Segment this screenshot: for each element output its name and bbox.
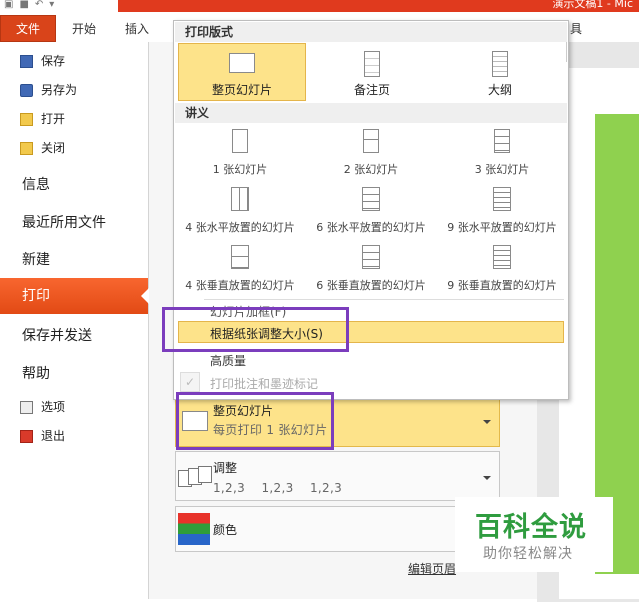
layout-notes-label: 备注页 <box>353 83 390 97</box>
nav-save-label: 保存 <box>41 54 66 68</box>
handout-3-label: 3 张幻灯片 <box>474 163 530 176</box>
layout-notes[interactable]: 备注页 <box>308 43 436 101</box>
handout-1[interactable]: 1 张幻灯片 <box>174 125 306 179</box>
tab-file[interactable]: 文件 <box>0 15 56 42</box>
section-print-layout: 打印版式 <box>175 22 567 42</box>
chevron-down-icon <box>483 476 491 480</box>
pane-divider <box>566 42 567 62</box>
nav-options[interactable]: 选项 <box>20 395 65 419</box>
collate-option-sub: 1,2,3 1,2,3 1,2,3 <box>213 481 343 495</box>
nav-info[interactable]: 信息 <box>22 174 50 194</box>
handout-9v[interactable]: 9 张垂直放置的幻灯片 <box>436 241 568 295</box>
handout-4h-icon <box>231 187 249 211</box>
callout-scale-to-fit <box>162 307 349 352</box>
color-option-title: 颜色 <box>213 523 238 537</box>
nav-open[interactable]: 打开 <box>20 107 65 131</box>
watermark-line1: 百科全说 <box>475 512 587 543</box>
handout-9h-label: 9 张水平放置的幻灯片 <box>447 221 557 234</box>
handout-9v-icon <box>493 245 511 269</box>
save-as-icon <box>20 83 33 97</box>
exit-icon <box>20 429 33 443</box>
nav-print[interactable]: 打印 <box>0 278 149 314</box>
color-icon <box>178 513 210 545</box>
save-icon <box>20 54 33 68</box>
nav-save-as[interactable]: 另存为 <box>20 78 77 102</box>
nav-close-label: 关闭 <box>41 141 66 155</box>
open-folder-icon <box>20 112 33 126</box>
handout-4v-icon <box>231 245 249 269</box>
options-icon <box>20 400 33 414</box>
nav-save-send[interactable]: 保存并发送 <box>22 325 92 345</box>
nav-save-as-label: 另存为 <box>41 83 78 97</box>
chevron-down-icon <box>483 420 491 424</box>
nav-save[interactable]: 保存 <box>20 49 65 73</box>
layout-full-slide-label: 整页幻灯片 <box>211 83 272 97</box>
handout-2[interactable]: 2 张幻灯片 <box>305 125 437 179</box>
color-option[interactable]: 颜色 <box>175 506 500 552</box>
collate-option-title: 调整 <box>213 461 238 475</box>
handout-6h-icon <box>362 187 380 211</box>
menu-divider <box>204 299 564 300</box>
handout-3-icon <box>494 129 510 153</box>
handout-6v-label: 6 张垂直放置的幻灯片 <box>316 279 426 292</box>
handout-6v[interactable]: 6 张垂直放置的幻灯片 <box>305 241 437 295</box>
watermark-logo: 百科全说 助你轻松解决 <box>455 497 613 572</box>
nav-exit[interactable]: 退出 <box>20 424 65 448</box>
nav-recent[interactable]: 最近所用文件 <box>22 212 106 232</box>
handout-9v-label: 9 张垂直放置的幻灯片 <box>447 279 557 292</box>
nav-options-label: 选项 <box>41 400 66 414</box>
handout-4h-label: 4 张水平放置的幻灯片 <box>185 221 295 234</box>
tab-home[interactable]: 开始 <box>72 18 96 40</box>
nav-exit-label: 退出 <box>41 429 66 443</box>
watermark-line2: 助你轻松解决 <box>483 546 573 562</box>
handout-2-icon <box>363 129 379 153</box>
title-bar: ▣ ■ ↶ ▾ 演示文稿1 - Mic <box>0 0 639 12</box>
callout-layout-option <box>176 392 334 450</box>
full-slide-icon <box>229 53 255 73</box>
handout-9h[interactable]: 9 张水平放置的幻灯片 <box>436 183 568 237</box>
tab-partial[interactable]: 具 <box>570 18 582 40</box>
handout-6v-icon <box>362 245 380 269</box>
collate-icon <box>178 466 212 488</box>
handout-4v-label: 4 张垂直放置的幻灯片 <box>185 279 295 292</box>
menu-high-quality[interactable]: 高质量 <box>210 352 246 369</box>
handout-6h[interactable]: 6 张水平放置的幻灯片 <box>305 183 437 237</box>
handout-1-label: 1 张幻灯片 <box>212 163 268 176</box>
title-bar-red: 演示文稿1 - Mic <box>118 0 639 12</box>
backstage-nav: 保存 另存为 打开 关闭 信息 最近所用文件 新建 打印 保存并发送 帮助 选项… <box>0 42 149 599</box>
handout-2-label: 2 张幻灯片 <box>343 163 399 176</box>
handout-6h-label: 6 张水平放置的幻灯片 <box>316 221 426 234</box>
handout-9h-icon <box>493 187 511 211</box>
notes-page-icon <box>364 51 380 77</box>
handout-3[interactable]: 3 张幻灯片 <box>436 125 568 179</box>
window-title: 演示文稿1 - Mic <box>552 0 633 10</box>
nav-new[interactable]: 新建 <box>22 249 50 269</box>
quick-access-toolbar[interactable]: ▣ ■ ↶ ▾ <box>4 0 116 12</box>
section-handouts: 讲义 <box>175 103 567 123</box>
menu-print-comments[interactable]: 打印批注和墨迹标记 <box>210 375 318 392</box>
handout-4h[interactable]: 4 张水平放置的幻灯片 <box>174 183 306 237</box>
tab-insert[interactable]: 插入 <box>125 18 149 40</box>
outline-icon <box>492 51 508 77</box>
handout-4v[interactable]: 4 张垂直放置的幻灯片 <box>174 241 306 295</box>
nav-close[interactable]: 关闭 <box>20 136 65 160</box>
layout-outline-label: 大纲 <box>487 83 512 97</box>
edit-header-footer-link[interactable]: 编辑页眉 <box>408 560 456 577</box>
check-icon: ✓ <box>180 372 200 392</box>
nav-help[interactable]: 帮助 <box>22 363 50 383</box>
layout-full-slide[interactable]: 整页幻灯片 <box>178 43 306 101</box>
layout-outline[interactable]: 大纲 <box>436 43 564 101</box>
close-folder-icon <box>20 141 33 155</box>
nav-open-label: 打开 <box>41 112 66 126</box>
handout-1-icon <box>232 129 248 153</box>
collate-option[interactable]: 调整 1,2,3 1,2,3 1,2,3 <box>175 451 500 501</box>
